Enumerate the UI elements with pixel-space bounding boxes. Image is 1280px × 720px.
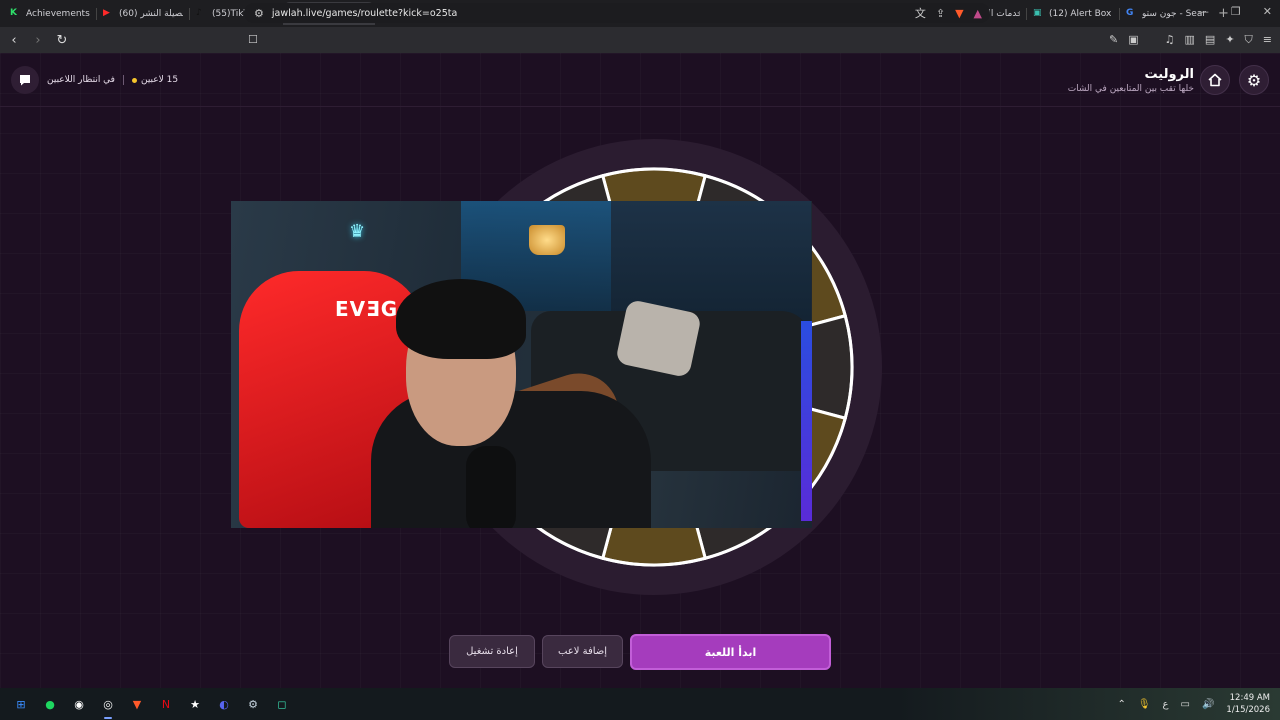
waiting-status: في انتظار اللاعبين (47, 75, 115, 85)
webcam-lamp (529, 225, 565, 255)
browser-toolbar: ‹ › ↻ (0, 27, 1280, 53)
brave-rewards-icon[interactable]: ▲ (974, 7, 982, 20)
page-title: الروليت (1144, 67, 1194, 82)
volume-icon[interactable]: 🔊 (1202, 699, 1214, 710)
windows-taskbar: ⊞ ● ◉ ◎ ▼ N ★ ◐ ⚙ ◻ ⌃ 🎙 ع ▭ 🔊 12:49 AM 1/15/2026 (0, 688, 1280, 720)
title-block: الروليت خلها تقب بين المتابعين في الشات (1068, 67, 1194, 94)
netflix-icon[interactable]: N (157, 695, 175, 713)
obs-icon[interactable]: ◉ (70, 695, 88, 713)
webcam-microphone (466, 446, 516, 528)
extensions-icon[interactable]: ✎ (1109, 33, 1118, 47)
clock-date: 1/15/2026 (1226, 705, 1270, 715)
restore-icon[interactable]: ❐ (1231, 5, 1241, 18)
menu-icon[interactable]: ≡ (1263, 33, 1272, 47)
chat-icon (20, 75, 30, 86)
browser-tab[interactable]: ▣ (12) Alert Box / S (1027, 2, 1119, 25)
status-dot (131, 77, 137, 83)
settings-button[interactable]: ⚙ (1239, 65, 1269, 95)
close-window-icon[interactable]: ✕ (1263, 5, 1272, 18)
brave-icon[interactable]: ▼ (128, 695, 146, 713)
spotify-icon[interactable]: ● (41, 695, 59, 713)
sidebar-icon[interactable]: ▥ (1185, 33, 1195, 47)
clock[interactable]: 12:49 AM 1/15/2026 (1226, 692, 1270, 716)
share-icon[interactable]: ⇪ (936, 7, 945, 20)
tab-favicon-icon: G (1126, 8, 1134, 18)
leo-ai-icon[interactable]: ✦ (1225, 33, 1234, 47)
reload-icon[interactable]: ↻ (52, 33, 72, 48)
microphone-icon[interactable]: 🎙 (1138, 699, 1151, 710)
page-subtitle: خلها تقب بين المتابعين في الشات (1067, 84, 1194, 94)
chair-logo: EVƎG (335, 297, 399, 321)
chat-button[interactable] (11, 66, 39, 94)
back-icon[interactable]: ‹ (4, 33, 24, 48)
discord-icon[interactable]: ◐ (215, 695, 233, 713)
tab-title: (60) حصيلة النشر (119, 8, 183, 19)
roulette-page: ⚙ الروليت خلها تقب بين المتابعين في الشا… (0, 53, 1280, 688)
browser-tab[interactable]: ▶ (60) حصيلة النشر (97, 2, 189, 25)
clock-time: 12:49 AM (1229, 693, 1270, 703)
lobby-status: في انتظار اللاعبين 15 لاعبين (11, 66, 178, 94)
address-bar[interactable]: ⚙ jawlah.live/games/roulette?kick=o25ta … (244, 3, 990, 23)
extensions-bar: ✎ ▣ ♫ ▥ ▤ ✦ ⛉ ≡ (1109, 33, 1272, 47)
restart-button[interactable]: إعادة تشغيل (449, 635, 535, 668)
system-tray: ⌃ 🎙 ع ▭ 🔊 12:49 AM 1/15/2026 (1117, 692, 1270, 716)
tab-title: جون ستو - Search (1142, 8, 1206, 19)
webcam-monitor (801, 321, 812, 521)
network-icon[interactable]: ▭ (1181, 699, 1190, 710)
start-game-button[interactable]: ابدأ اللعبة (630, 634, 831, 670)
bookmark-icon[interactable]: ☐ (248, 33, 258, 46)
browser-tab[interactable]: K Achievements - K (4, 2, 96, 25)
wallet-icon[interactable]: ▤ (1205, 33, 1215, 47)
tab-title: Achievements - K (26, 8, 90, 19)
chat-app-icon[interactable]: ◻ (273, 695, 291, 713)
screenshot-icon[interactable]: ▣ (1128, 33, 1138, 47)
webcam-person-hair (396, 279, 526, 359)
neon-crown-light: ♛ (349, 221, 366, 242)
rockstar-icon[interactable]: ★ (186, 695, 204, 713)
media-icon[interactable]: ♫ (1165, 33, 1175, 47)
tab-favicon-icon: K (10, 8, 17, 18)
window-controls: — ❐ ✕ (1198, 5, 1272, 18)
forward-icon[interactable]: › (28, 33, 48, 48)
tab-favicon-icon: ▣ (1033, 8, 1042, 18)
home-button[interactable] (1200, 65, 1230, 95)
tab-favicon-icon: ♪ (196, 8, 202, 18)
chevron-up-icon[interactable]: ⌃ (1117, 699, 1125, 710)
tab-title: (12) Alert Box / S (1049, 8, 1113, 19)
site-info-icon[interactable]: ⚙ (254, 7, 264, 20)
steam-icon[interactable]: ⚙ (244, 695, 262, 713)
minimize-icon[interactable]: — (1198, 5, 1209, 18)
players-count: 15 لاعبين (131, 75, 179, 85)
home-icon (1208, 73, 1222, 87)
windows-start-icon[interactable]: ⊞ (12, 695, 30, 713)
gear-icon: ⚙ (1246, 70, 1262, 90)
url-text[interactable]: jawlah.live/games/roulette?kick=o25ta (272, 8, 457, 19)
keyboard-language[interactable]: ع (1163, 699, 1169, 710)
tab-favicon-icon: ▶ (103, 8, 110, 18)
webcam-overlay: EVƎG ♛ (231, 201, 812, 528)
page-header: ⚙ الروليت خلها تقب بين المتابعين في الشا… (0, 53, 1280, 107)
translate-icon[interactable]: 文 (915, 5, 926, 21)
divider (122, 75, 124, 85)
add-player-button[interactable]: إضافة لاعب (542, 635, 623, 668)
players-count-label: 15 لاعبين (140, 75, 179, 85)
browser-icon[interactable]: ◎ (99, 695, 117, 719)
brave-shield-icon[interactable]: ▼ (955, 7, 963, 20)
taskbar-apps: ⊞ ● ◉ ◎ ▼ N ★ ◐ ⚙ ◻ (12, 695, 291, 719)
vpn-icon[interactable]: ⛉ (1245, 33, 1253, 47)
